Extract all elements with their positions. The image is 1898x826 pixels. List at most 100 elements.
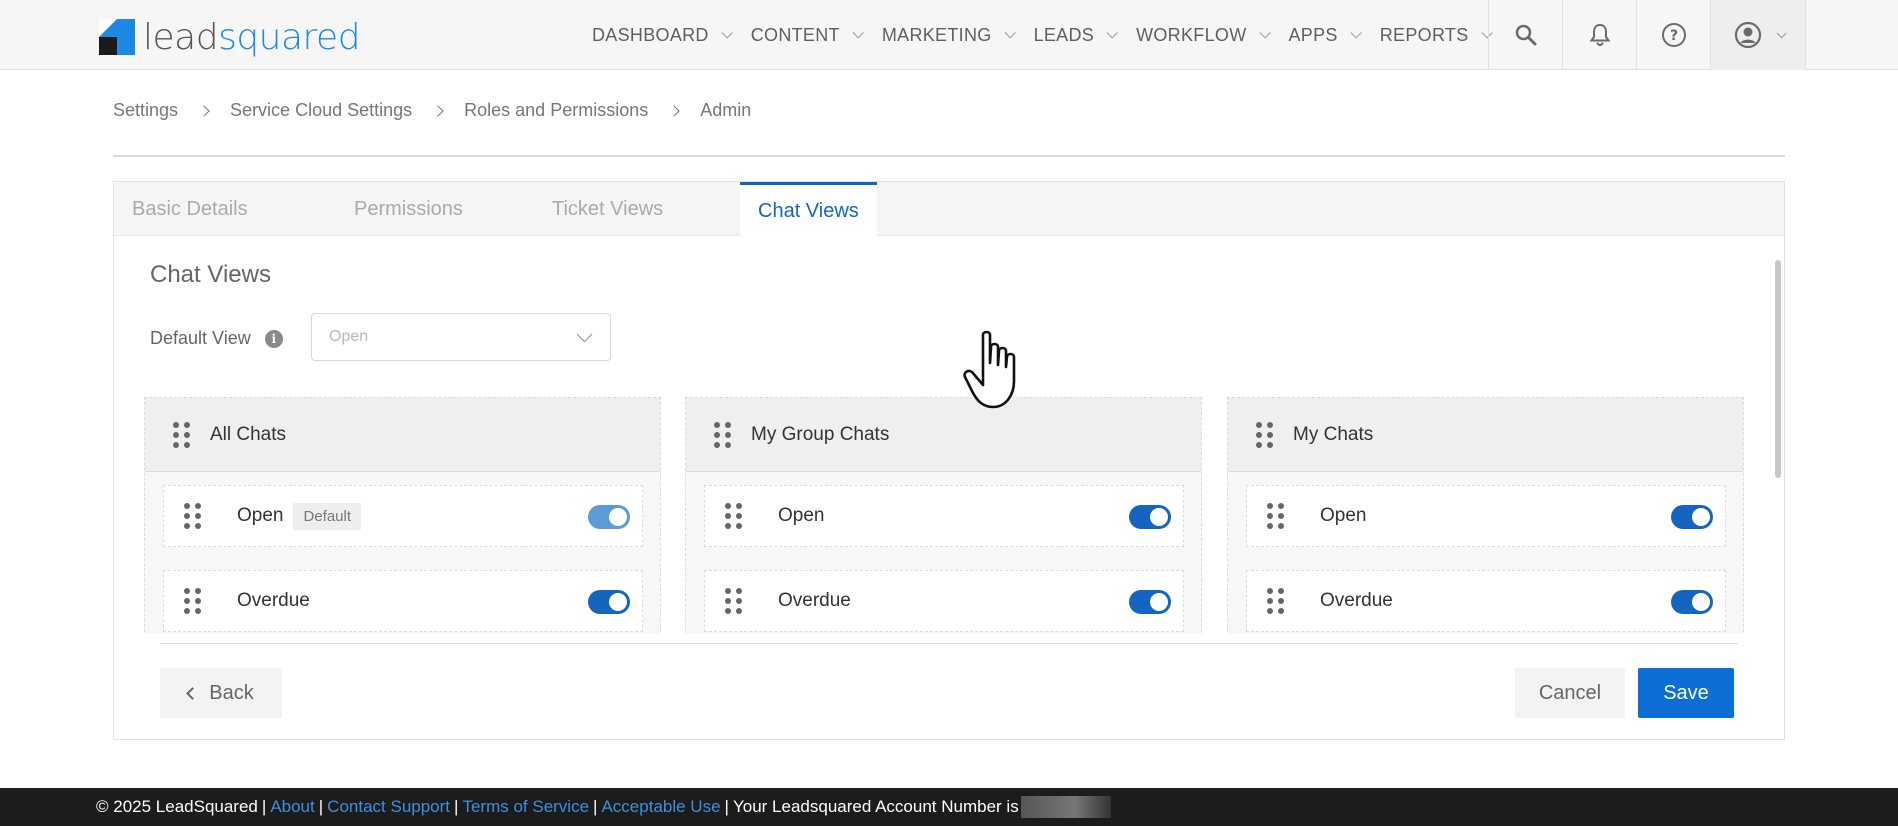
chevron-down-icon — [1350, 27, 1362, 39]
tab-chat-views[interactable]: Chat Views — [740, 182, 877, 237]
default-badge: Default — [293, 502, 362, 530]
view-row-label: Open — [1320, 505, 1367, 526]
view-toggle[interactable] — [1129, 505, 1171, 529]
column-title: My Group Chats — [751, 423, 890, 445]
breadcrumb-service-cloud-settings[interactable]: Service Cloud Settings — [230, 100, 412, 121]
drag-handle-icon[interactable] — [184, 503, 201, 529]
nav-item-marketing[interactable]: MARKETING — [882, 25, 1016, 46]
profile-menu-button[interactable] — [1710, 0, 1806, 70]
chevron-down-icon — [576, 326, 593, 343]
tab-basic-details[interactable]: Basic Details — [132, 182, 354, 236]
section-title: Chat Views — [150, 261, 271, 288]
top-navbar: leadsquared DASHBOARD CONTENT MARKETING … — [0, 0, 1898, 70]
drag-handle-icon[interactable] — [1267, 588, 1284, 614]
view-toggle[interactable] — [1671, 590, 1713, 614]
help-button[interactable]: ? — [1636, 0, 1710, 70]
default-view-value: Open — [329, 328, 369, 345]
view-row-label: Overdue — [1320, 590, 1393, 611]
nav-item-dashboard[interactable]: DASHBOARD — [592, 25, 733, 46]
drag-handle-icon[interactable] — [714, 421, 731, 448]
breadcrumb-settings[interactable]: Settings — [113, 100, 178, 121]
column-title: My Chats — [1293, 423, 1374, 445]
view-column-my-group-chats[interactable]: My Group Chats Open Overdue — [685, 397, 1202, 634]
panel-scrollbar[interactable] — [1775, 260, 1781, 478]
views-board: All Chats Open Default Overdue My Group … — [144, 397, 1744, 634]
role-editor-panel: Basic Details Permissions Ticket Views C… — [113, 181, 1785, 740]
logo-mark-icon — [99, 19, 135, 55]
view-toggle[interactable] — [588, 590, 630, 614]
view-column-all-chats[interactable]: All Chats Open Default Overdue — [144, 397, 661, 634]
breadcrumb: Settings Service Cloud Settings Roles an… — [113, 100, 751, 121]
view-row-open[interactable]: Open Default — [163, 485, 643, 547]
chevron-down-icon — [1004, 27, 1016, 39]
view-toggle[interactable] — [588, 505, 630, 529]
cancel-button[interactable]: Cancel — [1515, 668, 1625, 718]
nav-icon-group: ? — [1488, 0, 1806, 70]
breadcrumb-roles-and-permissions[interactable]: Roles and Permissions — [464, 100, 648, 121]
view-row-label: Overdue — [778, 590, 851, 611]
footer-link-about[interactable]: About — [270, 797, 314, 817]
action-divider — [160, 643, 1738, 644]
breadcrumb-admin: Admin — [700, 100, 752, 120]
view-column-my-chats[interactable]: My Chats Open Overdue — [1227, 397, 1744, 634]
chevron-down-icon — [1258, 27, 1271, 39]
help-icon: ? — [1661, 23, 1686, 47]
chevron-down-icon — [721, 27, 733, 39]
column-header: My Group Chats — [686, 398, 1201, 472]
search-button[interactable] — [1488, 0, 1562, 70]
chevron-right-icon — [198, 104, 210, 117]
chevron-left-icon — [186, 686, 200, 700]
hand-cursor-icon — [963, 330, 1016, 409]
chevron-right-icon — [668, 104, 680, 117]
tab-permissions[interactable]: Permissions — [354, 182, 552, 236]
back-button[interactable]: Back — [160, 668, 282, 718]
footer-link-terms-of-service[interactable]: Terms of Service — [462, 797, 589, 817]
nav-item-content[interactable]: CONTENT — [751, 25, 864, 46]
footer-link-acceptable-use[interactable]: Acceptable Use — [601, 797, 720, 817]
chevron-right-icon — [432, 104, 444, 117]
chevron-down-icon — [1776, 27, 1787, 38]
drag-handle-icon[interactable] — [184, 588, 201, 614]
drag-handle-icon[interactable] — [725, 588, 742, 614]
view-row-open[interactable]: Open — [1246, 485, 1726, 547]
nav-item-reports[interactable]: REPORTS — [1380, 25, 1493, 46]
main-menu: DASHBOARD CONTENT MARKETING LEADS WORKFL… — [592, 0, 1511, 70]
nav-item-apps[interactable]: APPS — [1289, 25, 1362, 46]
column-header: All Chats — [145, 398, 660, 472]
bell-icon — [1589, 23, 1610, 46]
footer-link-contact-support[interactable]: Contact Support — [327, 797, 450, 817]
view-row-overdue[interactable]: Overdue — [1246, 570, 1726, 632]
view-row-overdue[interactable]: Overdue — [163, 570, 643, 632]
drag-handle-icon[interactable] — [725, 503, 742, 529]
tab-bar: Basic Details Permissions Ticket Views C… — [114, 182, 1784, 237]
breadcrumb-divider — [113, 155, 1785, 157]
drag-handle-icon[interactable] — [1256, 421, 1273, 448]
default-view-label: Default View i — [150, 328, 283, 349]
user-profile-icon — [1734, 21, 1761, 49]
view-row-label: Open — [237, 505, 284, 526]
redacted-account-number — [1020, 796, 1111, 818]
footer-bar: © 2025 LeadSquared | About | Contact Sup… — [0, 788, 1898, 826]
view-toggle[interactable] — [1129, 590, 1171, 614]
column-title: All Chats — [210, 423, 287, 445]
chevron-down-icon — [852, 27, 864, 39]
svg-text:?: ? — [1669, 28, 1677, 44]
column-header: My Chats — [1228, 398, 1743, 472]
info-icon[interactable]: i — [264, 329, 283, 348]
drag-handle-icon[interactable] — [1267, 503, 1284, 529]
nav-item-leads[interactable]: LEADS — [1034, 25, 1118, 46]
leadsquared-logo[interactable]: leadsquared — [99, 17, 361, 58]
view-toggle[interactable] — [1671, 505, 1713, 529]
search-icon — [1515, 24, 1536, 46]
default-view-select[interactable]: Open — [311, 313, 611, 361]
tab-ticket-views[interactable]: Ticket Views — [552, 182, 740, 236]
view-row-overdue[interactable]: Overdue — [704, 570, 1184, 632]
save-button[interactable]: Save — [1638, 668, 1734, 718]
nav-item-workflow[interactable]: WORKFLOW — [1136, 25, 1271, 46]
drag-handle-icon[interactable] — [173, 421, 190, 448]
notifications-button[interactable] — [1562, 0, 1636, 70]
view-row-label: Overdue — [237, 590, 310, 611]
account-number-text: Your Leadsquared Account Number is — [732, 797, 1019, 816]
chevron-down-icon — [1106, 27, 1118, 39]
view-row-open[interactable]: Open — [704, 485, 1184, 547]
